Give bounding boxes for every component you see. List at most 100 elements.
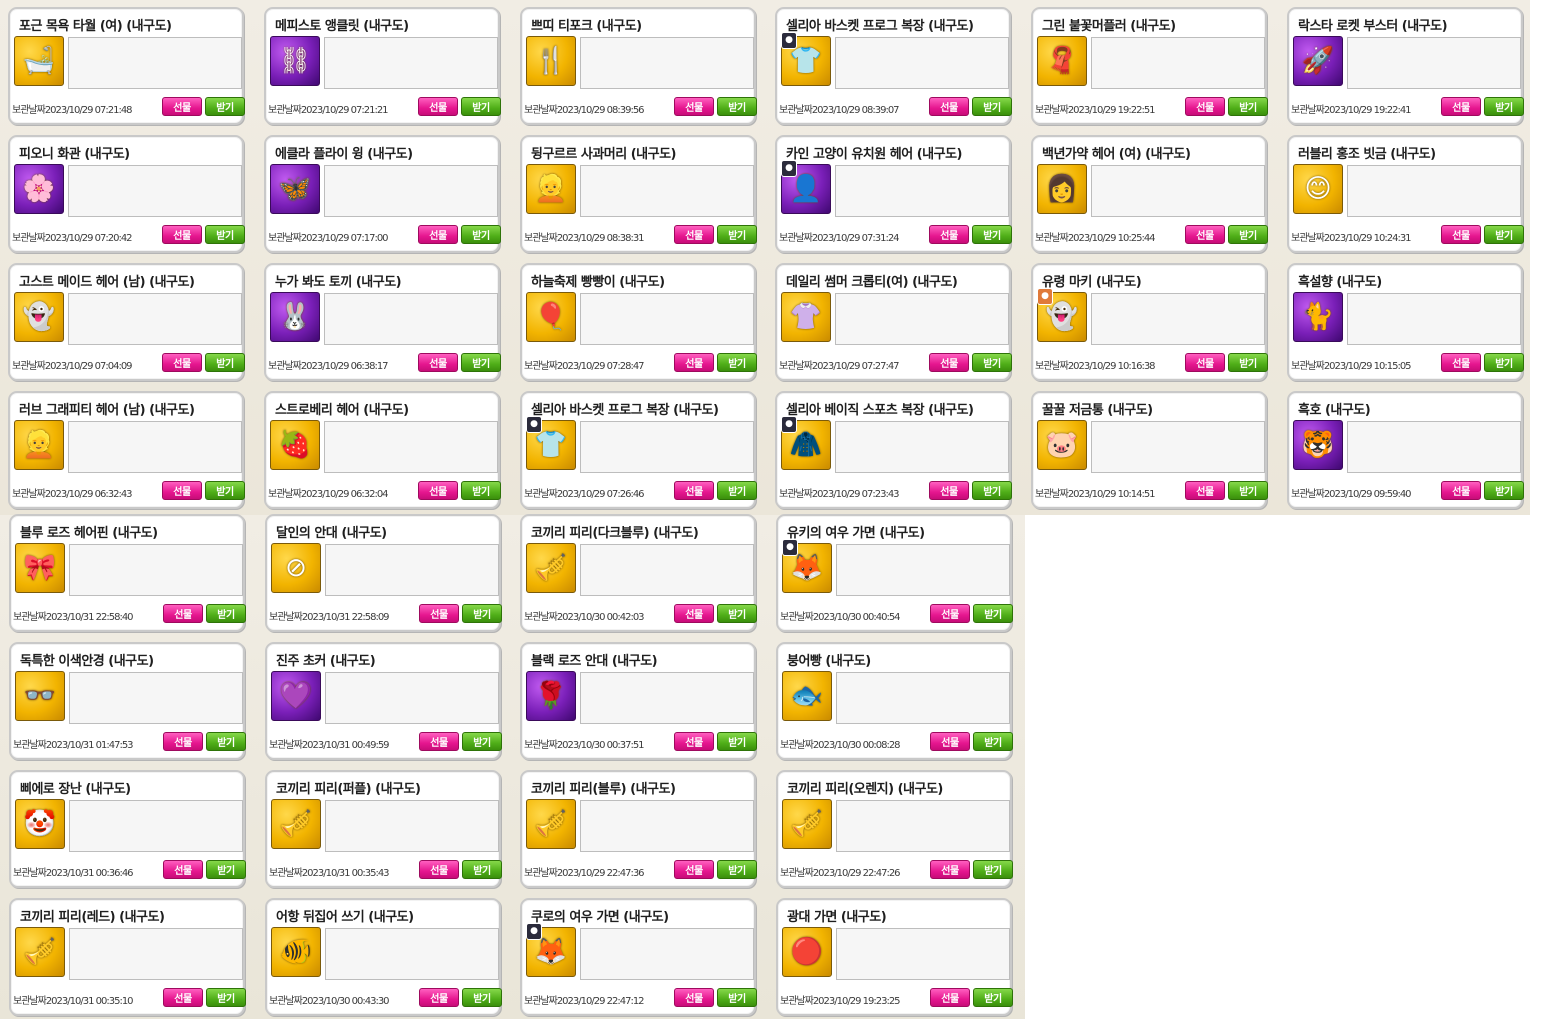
gift-button[interactable]: 선물 bbox=[418, 97, 458, 116]
rabbit-icon[interactable]: 🐰 bbox=[270, 292, 320, 342]
receive-button[interactable]: 받기 bbox=[205, 353, 245, 372]
receive-button[interactable]: 받기 bbox=[1484, 353, 1524, 372]
gift-button[interactable]: 선물 bbox=[929, 225, 969, 244]
hairpin-icon[interactable]: 🎀 bbox=[15, 543, 65, 593]
gift-button[interactable]: 선물 bbox=[419, 732, 459, 751]
gift-button[interactable]: 선물 bbox=[418, 353, 458, 372]
blush-icon[interactable]: 😊 bbox=[1293, 164, 1343, 214]
eyepatch-icon[interactable]: ⊘ bbox=[271, 543, 321, 593]
clown-icon[interactable]: 🤡 bbox=[15, 799, 65, 849]
gift-button[interactable]: 선물 bbox=[1185, 97, 1225, 116]
receive-button[interactable]: 받기 bbox=[1228, 481, 1268, 500]
receive-button[interactable]: 받기 bbox=[717, 732, 757, 751]
gift-button[interactable]: 선물 bbox=[162, 353, 202, 372]
tiger-icon[interactable]: 🐯 bbox=[1293, 420, 1343, 470]
balloon-icon[interactable]: 🎈 bbox=[526, 292, 576, 342]
receive-button[interactable]: 받기 bbox=[972, 353, 1012, 372]
muffler-icon[interactable]: 🧣 bbox=[1037, 36, 1087, 86]
gift-button[interactable]: 선물 bbox=[674, 353, 714, 372]
flute-icon[interactable]: 🎺 bbox=[526, 543, 576, 593]
gift-button[interactable]: 선물 bbox=[930, 732, 970, 751]
gift-button[interactable]: 선물 bbox=[929, 97, 969, 116]
piggy-bank-icon[interactable]: 🐷 bbox=[1037, 420, 1087, 470]
gift-button[interactable]: 선물 bbox=[930, 860, 970, 879]
fishbowl-icon[interactable]: 🐠 bbox=[271, 927, 321, 977]
receive-button[interactable]: 받기 bbox=[462, 988, 502, 1007]
gift-button[interactable]: 선물 bbox=[163, 732, 203, 751]
gift-button[interactable]: 선물 bbox=[674, 988, 714, 1007]
receive-button[interactable]: 받기 bbox=[1228, 225, 1268, 244]
receive-button[interactable]: 받기 bbox=[1484, 97, 1524, 116]
gift-button[interactable]: 선물 bbox=[419, 988, 459, 1007]
clown-mask-icon[interactable]: 🔴 bbox=[782, 927, 832, 977]
gift-button[interactable]: 선물 bbox=[674, 225, 714, 244]
gift-button[interactable]: 선물 bbox=[929, 353, 969, 372]
receive-button[interactable]: 받기 bbox=[717, 860, 757, 879]
receive-button[interactable]: 받기 bbox=[972, 225, 1012, 244]
gift-button[interactable]: 선물 bbox=[419, 604, 459, 623]
gift-button[interactable]: 선물 bbox=[1441, 97, 1481, 116]
gift-button[interactable]: 선물 bbox=[1441, 353, 1481, 372]
gift-button[interactable]: 선물 bbox=[1441, 225, 1481, 244]
receive-button[interactable]: 받기 bbox=[972, 97, 1012, 116]
gift-button[interactable]: 선물 bbox=[930, 988, 970, 1007]
flute-icon[interactable]: 🎺 bbox=[271, 799, 321, 849]
receive-button[interactable]: 받기 bbox=[717, 225, 757, 244]
receive-button[interactable]: 받기 bbox=[973, 860, 1013, 879]
receive-button[interactable]: 받기 bbox=[461, 97, 501, 116]
gift-button[interactable]: 선물 bbox=[162, 97, 202, 116]
gift-button[interactable]: 선물 bbox=[418, 225, 458, 244]
receive-button[interactable]: 받기 bbox=[717, 604, 757, 623]
receive-button[interactable]: 받기 bbox=[205, 225, 245, 244]
gift-button[interactable]: 선물 bbox=[674, 732, 714, 751]
receive-button[interactable]: 받기 bbox=[462, 732, 502, 751]
receive-button[interactable]: 받기 bbox=[1228, 353, 1268, 372]
gift-button[interactable]: 선물 bbox=[674, 860, 714, 879]
gift-button[interactable]: 선물 bbox=[1185, 225, 1225, 244]
receive-button[interactable]: 받기 bbox=[1484, 481, 1524, 500]
gift-button[interactable]: 선물 bbox=[1185, 353, 1225, 372]
hair-icon[interactable]: 👱 bbox=[14, 420, 64, 470]
receive-button[interactable]: 받기 bbox=[1484, 225, 1524, 244]
receive-button[interactable]: 받기 bbox=[206, 988, 246, 1007]
fish-bread-icon[interactable]: 🐟 bbox=[782, 671, 832, 721]
receive-button[interactable]: 받기 bbox=[717, 97, 757, 116]
receive-button[interactable]: 받기 bbox=[973, 988, 1013, 1007]
gift-button[interactable]: 선물 bbox=[1185, 481, 1225, 500]
receive-button[interactable]: 받기 bbox=[462, 860, 502, 879]
receive-button[interactable]: 받기 bbox=[972, 481, 1012, 500]
gift-button[interactable]: 선물 bbox=[163, 988, 203, 1007]
shirt-icon[interactable]: 👚 bbox=[781, 292, 831, 342]
hair-icon[interactable]: 👩 bbox=[1037, 164, 1087, 214]
receive-button[interactable]: 받기 bbox=[206, 732, 246, 751]
gift-button[interactable]: 선물 bbox=[162, 225, 202, 244]
choker-icon[interactable]: 💜 bbox=[271, 671, 321, 721]
gift-button[interactable]: 선물 bbox=[163, 860, 203, 879]
receive-button[interactable]: 받기 bbox=[206, 604, 246, 623]
receive-button[interactable]: 받기 bbox=[206, 860, 246, 879]
cat-icon[interactable]: 🐈 bbox=[1293, 292, 1343, 342]
gift-button[interactable]: 선물 bbox=[162, 481, 202, 500]
receive-button[interactable]: 받기 bbox=[1228, 97, 1268, 116]
receive-button[interactable]: 받기 bbox=[462, 604, 502, 623]
fork-icon[interactable]: 🍴 bbox=[526, 36, 576, 86]
receive-button[interactable]: 받기 bbox=[205, 481, 245, 500]
hair-icon[interactable]: 👱 bbox=[526, 164, 576, 214]
receive-button[interactable]: 받기 bbox=[717, 353, 757, 372]
receive-button[interactable]: 받기 bbox=[461, 481, 501, 500]
anklet-icon[interactable]: ⛓ bbox=[270, 36, 320, 86]
gift-button[interactable]: 선물 bbox=[419, 860, 459, 879]
hair-icon[interactable]: 🍓 bbox=[270, 420, 320, 470]
gift-button[interactable]: 선물 bbox=[674, 604, 714, 623]
flute-icon[interactable]: 🎺 bbox=[15, 927, 65, 977]
gift-button[interactable]: 선물 bbox=[1441, 481, 1481, 500]
gift-button[interactable]: 선물 bbox=[163, 604, 203, 623]
eyepatch-icon[interactable]: 🌹 bbox=[526, 671, 576, 721]
receive-button[interactable]: 받기 bbox=[717, 988, 757, 1007]
wing-icon[interactable]: 🦋 bbox=[270, 164, 320, 214]
receive-button[interactable]: 받기 bbox=[461, 353, 501, 372]
receive-button[interactable]: 받기 bbox=[461, 225, 501, 244]
gift-button[interactable]: 선물 bbox=[674, 481, 714, 500]
receive-button[interactable]: 받기 bbox=[973, 732, 1013, 751]
hair-icon[interactable]: 👻 bbox=[14, 292, 64, 342]
